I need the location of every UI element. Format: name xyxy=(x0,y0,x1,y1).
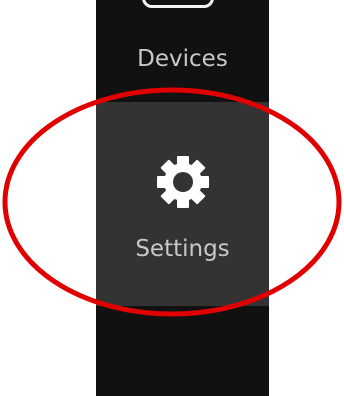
devices-icon xyxy=(142,0,214,8)
charm-settings[interactable]: Settings xyxy=(96,102,269,306)
charm-settings-label: Settings xyxy=(135,236,230,262)
charms-bar: Devices Settings xyxy=(96,0,269,396)
charm-devices[interactable]: Devices xyxy=(96,0,269,102)
gear-icon xyxy=(156,156,209,208)
charm-devices-label: Devices xyxy=(137,46,228,72)
